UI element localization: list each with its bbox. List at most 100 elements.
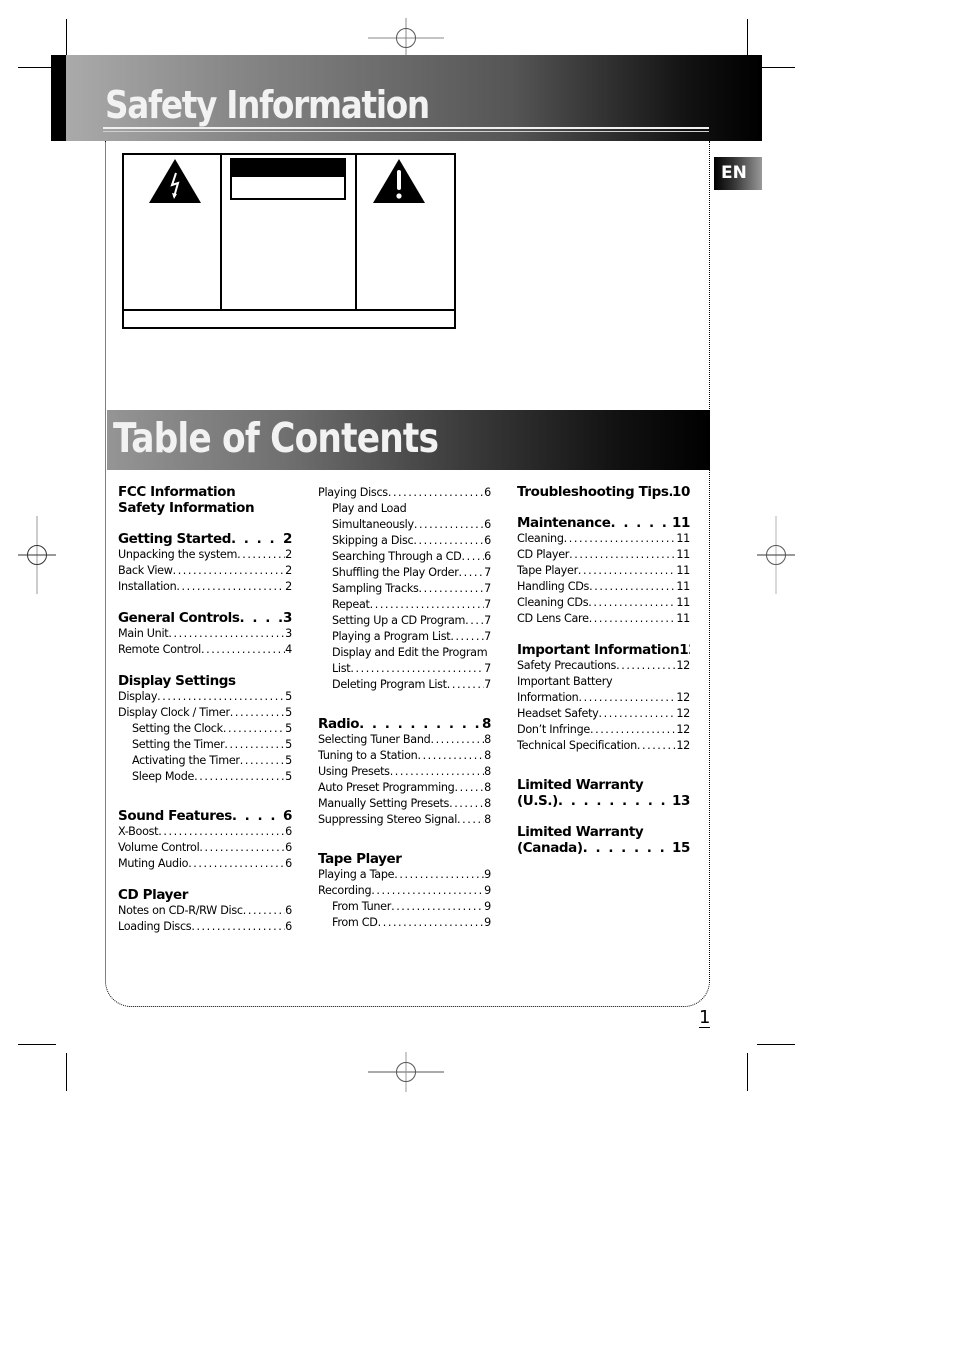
toc-entry[interactable]: Play and Load <box>318 501 491 517</box>
toc-entry[interactable]: Cleaning 11 <box>517 531 690 547</box>
toc-section-heading[interactable]: Sound Features 6 <box>118 808 292 824</box>
toc-entry[interactable]: From CD 9 <box>318 915 491 931</box>
toc-entry[interactable]: Unpacking the system 2 <box>118 547 292 563</box>
toc-section-heading[interactable]: Getting Started 2 <box>118 531 292 547</box>
toc-entry[interactable]: From Tuner 9 <box>318 899 491 915</box>
toc-page-number: 13 <box>672 793 690 809</box>
toc-entry[interactable]: Setting the Timer 5 <box>118 737 292 753</box>
crop-mark <box>18 67 54 68</box>
toc-entry[interactable]: Shuffling the Play Order 7 <box>318 565 491 581</box>
toc-entry[interactable]: Activating the Timer 5 <box>118 753 292 769</box>
toc-entry[interactable]: Technical Specification 12 <box>517 738 690 754</box>
toc-page-number: 5 <box>285 706 292 719</box>
toc-entry[interactable]: Loading Discs 6 <box>118 919 292 935</box>
toc-entry[interactable]: Playing a Tape 9 <box>318 867 491 883</box>
crop-mark <box>762 67 795 68</box>
toc-section-heading[interactable]: Tape Player <box>318 851 491 867</box>
toc-entry[interactable]: Notes on CD-R/RW Disc 6 <box>118 903 292 919</box>
toc-spacer <box>318 693 491 716</box>
toc-entry-label: Important Battery <box>517 675 613 688</box>
toc-section-heading[interactable]: (U.S.) 13 <box>517 793 690 809</box>
toc-page-number: 9 <box>484 916 491 929</box>
toc-entry[interactable]: Main Unit 3 <box>118 626 292 642</box>
toc-section-heading[interactable]: Limited Warranty <box>517 777 690 793</box>
toc-entry[interactable]: Display Clock / Timer 5 <box>118 705 292 721</box>
toc-entry-label: List <box>332 662 351 675</box>
toc-entry-label: Display and Edit the Program <box>332 646 488 659</box>
toc-entry[interactable]: Handling CDs 11 <box>517 579 690 595</box>
crop-mark <box>66 1053 67 1091</box>
toc-entry[interactable]: Muting Audio 6 <box>118 856 292 872</box>
toc-entry[interactable]: Display 5 <box>118 689 292 705</box>
toc-page-number: 11 <box>676 596 690 609</box>
toc-leader-dots <box>232 808 283 824</box>
toc-entry[interactable]: Using Presets 8 <box>318 764 491 780</box>
toc-entry[interactable]: List 7 <box>318 661 491 677</box>
toc-section-heading[interactable]: Limited Warranty <box>517 824 690 840</box>
caution-label <box>230 158 346 200</box>
toc-entry-label: Safety Precautions <box>517 659 617 672</box>
toc-page-number: 5 <box>285 722 292 735</box>
toc-entry[interactable]: Searching Through a CD 6 <box>318 549 491 565</box>
toc-leader-dots <box>569 547 676 563</box>
toc-entry-label: Auto Preset Programming <box>318 781 455 794</box>
toc-entry[interactable]: Playing Discs 6 <box>318 485 491 501</box>
toc-entry[interactable]: Selecting Tuner Band 8 <box>318 732 491 748</box>
toc-section-heading[interactable]: Safety Information <box>118 500 292 516</box>
toc-column-2: Playing Discs 6 Play and Load Simultaneousl… <box>318 485 491 931</box>
title-underline <box>103 127 709 129</box>
registration-mark-icon <box>368 1052 444 1092</box>
toc-entry[interactable]: Safety Precautions 12 <box>517 658 690 674</box>
toc-entry[interactable]: Headset Safety 12 <box>517 706 690 722</box>
toc-entry-label: FCC Information <box>118 484 236 500</box>
toc-entry-label: Activating the Timer <box>132 754 240 767</box>
toc-entry[interactable]: Information 12 <box>517 690 690 706</box>
registration-mark-icon <box>757 516 795 594</box>
toc-section-heading[interactable]: Display Settings <box>118 673 292 689</box>
toc-section-heading[interactable]: FCC Information <box>118 484 292 500</box>
toc-entry-label: Display Settings <box>118 673 236 689</box>
toc-entry[interactable]: Deleting Program List 7 <box>318 677 491 693</box>
toc-entry[interactable]: Skipping a Disc 6 <box>318 533 491 549</box>
toc-entry[interactable]: Sampling Tracks 7 <box>318 581 491 597</box>
toc-entry[interactable]: Tuning to a Station 8 <box>318 748 491 764</box>
toc-entry[interactable]: Important Battery <box>517 674 690 690</box>
toc-entry[interactable]: Manually Setting Presets 8 <box>318 796 491 812</box>
toc-entry[interactable]: Volume Control 6 <box>118 840 292 856</box>
toc-page-number: 5 <box>285 738 292 751</box>
toc-section-heading[interactable]: Troubleshooting Tips10 <box>517 484 690 500</box>
toc-entry[interactable]: Cleaning CDs 11 <box>517 595 690 611</box>
toc-entry[interactable]: Tape Player 11 <box>517 563 690 579</box>
toc-entry[interactable]: X-Boost 6 <box>118 824 292 840</box>
toc-entry[interactable]: Sleep Mode 5 <box>118 769 292 785</box>
toc-section-heading[interactable]: CD Player <box>118 887 292 903</box>
toc-page-number: 2 <box>283 531 292 547</box>
toc-leader-dots <box>371 883 484 899</box>
toc-section-heading[interactable]: General Controls 3 <box>118 610 292 626</box>
toc-page-number: 11 <box>676 580 690 593</box>
toc-section-heading[interactable]: Radio 8 <box>318 716 491 732</box>
toc-page-number: 12 <box>679 642 690 658</box>
toc-entry[interactable]: Display and Edit the Program <box>318 645 491 661</box>
toc-section-heading[interactable]: Maintenance 11 <box>517 515 690 531</box>
toc-leader-dots <box>413 533 484 549</box>
toc-leader-dots <box>583 840 672 856</box>
toc-entry[interactable]: CD Lens Care 11 <box>517 611 690 627</box>
toc-entry[interactable]: Back View 2 <box>118 563 292 579</box>
toc-entry[interactable]: Repeat 7 <box>318 597 491 613</box>
toc-entry[interactable]: Setting Up a CD Program 7 <box>318 613 491 629</box>
toc-leader-dots <box>419 581 485 597</box>
toc-entry[interactable]: Simultaneously 6 <box>318 517 491 533</box>
toc-entry[interactable]: Suppressing Stereo Signal 8 <box>318 812 491 828</box>
toc-entry[interactable]: Recording 9 <box>318 883 491 899</box>
toc-entry[interactable]: Playing a Program List 7 <box>318 629 491 645</box>
toc-entry[interactable]: Installation 2 <box>118 579 292 595</box>
toc-entry[interactable]: Remote Control 4 <box>118 642 292 658</box>
toc-entry[interactable]: Setting the Clock 5 <box>118 721 292 737</box>
toc-section-heading[interactable]: Important Information12 <box>517 642 690 658</box>
toc-entry[interactable]: Don’t Infringe 12 <box>517 722 690 738</box>
toc-entry[interactable]: Auto Preset Programming 8 <box>318 780 491 796</box>
toc-leader-dots <box>564 531 677 547</box>
toc-section-heading[interactable]: (Canada) 15 <box>517 840 690 856</box>
toc-entry[interactable]: CD Player 11 <box>517 547 690 563</box>
